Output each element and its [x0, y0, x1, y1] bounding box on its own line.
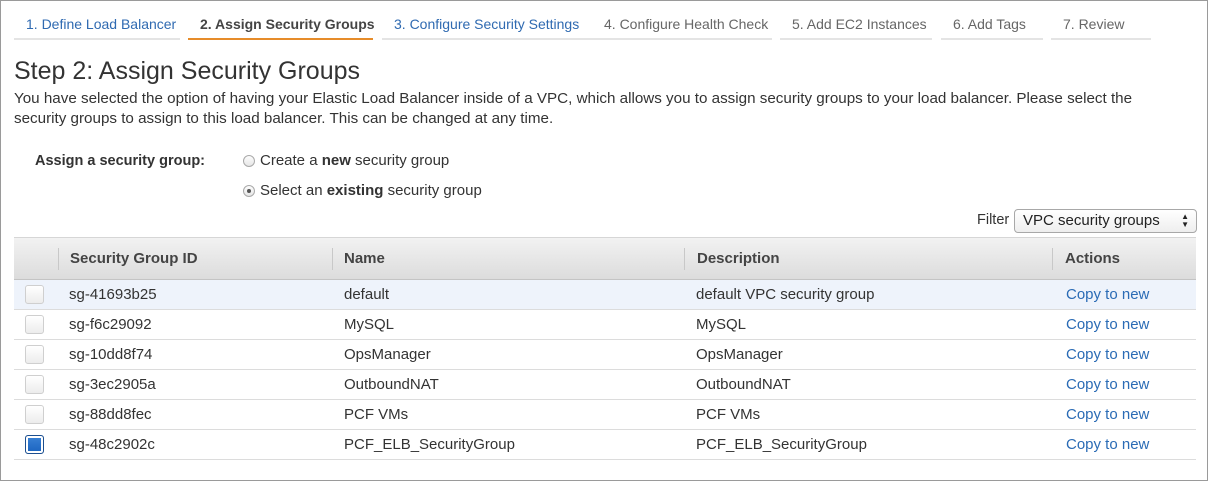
copy-to-new-link[interactable]: Copy to new [1066, 340, 1149, 369]
security-group-description: MySQL [696, 316, 747, 333]
tab-add-tags: 6. Add Tags [941, 9, 1043, 40]
tab-add-ec2-instances: 5. Add EC2 Instances [780, 9, 932, 40]
column-header-actions: Actions [1065, 250, 1121, 267]
security-group-name: PCF_ELB_SecurityGroup [344, 436, 515, 453]
table-row[interactable]: sg-88dd8fec PCF VMs PCF VMs Copy to new [14, 400, 1196, 430]
tab-assign-security-groups[interactable]: 2. Assign Security Groups [188, 9, 375, 40]
tab-configure-security-settings[interactable]: 3. Configure Security Settings [382, 9, 599, 40]
create-new-label: Create a new security group [260, 152, 450, 169]
security-group-description: PCF VMs [696, 406, 761, 423]
tab-review: 7. Review [1051, 9, 1151, 40]
row-checkbox[interactable] [25, 405, 44, 424]
security-group-id: sg-3ec2905a [69, 376, 156, 393]
create-new-security-group-option[interactable]: Create a new security group [243, 152, 449, 169]
security-group-description: OutboundNAT [696, 376, 791, 393]
copy-to-new-link[interactable]: Copy to new [1066, 400, 1149, 429]
copy-to-new-link[interactable]: Copy to new [1066, 280, 1149, 309]
page-intro: You have selected the option of having y… [14, 90, 1133, 127]
row-checkbox[interactable] [25, 375, 44, 394]
row-checkbox-checked[interactable] [25, 435, 44, 454]
tab-define-load-balancer[interactable]: 1. Define Load Balancer [14, 9, 180, 40]
security-group-name: PCF VMs [344, 406, 409, 423]
create-new-radio[interactable] [243, 154, 255, 167]
security-group-id: sg-10dd8f74 [69, 346, 153, 363]
column-separator [684, 248, 685, 270]
select-existing-label: Select an existing security group [260, 182, 482, 199]
tab-configure-health-check: 4. Configure Health Check [592, 9, 772, 40]
security-group-name: default [344, 286, 390, 303]
table-row[interactable]: sg-48c2902c PCF_ELB_SecurityGroup PCF_EL… [14, 430, 1196, 460]
select-existing-radio[interactable] [243, 184, 255, 197]
wizard-frame: 1. Define Load Balancer 2. Assign Securi… [0, 0, 1208, 481]
filter-select[interactable]: VPC security groups ▲ ▼ [1014, 209, 1197, 233]
column-separator [58, 248, 59, 270]
security-groups-table: Security Group ID Name Description Actio… [14, 237, 1196, 460]
select-arrows-icon: ▲ ▼ [1181, 212, 1189, 229]
security-group-id: sg-f6c29092 [69, 316, 152, 333]
column-header-name[interactable]: Name [344, 238, 385, 280]
security-group-name: OpsManager [344, 346, 431, 363]
row-checkbox[interactable] [25, 285, 44, 304]
copy-to-new-link[interactable]: Copy to new [1066, 370, 1149, 399]
security-group-description: PCF_ELB_SecurityGroup [696, 436, 867, 453]
table-row[interactable]: sg-3ec2905a OutboundNAT OutboundNAT Copy… [14, 370, 1196, 400]
page-title: Step 2: Assign Security Groups [14, 57, 361, 85]
column-header-security-group-id[interactable]: Security Group ID [70, 238, 198, 280]
security-group-name: MySQL [344, 316, 395, 333]
table-row[interactable]: sg-f6c29092 MySQL MySQL Copy to new [14, 310, 1196, 340]
security-group-id: sg-88dd8fec [69, 406, 152, 423]
security-group-name: OutboundNAT [344, 376, 439, 393]
column-header-description[interactable]: Description [697, 238, 780, 280]
table-row[interactable]: sg-10dd8f74 OpsManager OpsManager Copy t… [14, 340, 1196, 370]
row-checkbox[interactable] [25, 315, 44, 334]
security-group-id: sg-48c2902c [69, 436, 155, 453]
filter-label: Filter [977, 212, 1010, 228]
table-row[interactable]: sg-41693b25 default default VPC security… [14, 280, 1196, 310]
row-checkbox[interactable] [25, 345, 44, 364]
security-group-description: default VPC security group [696, 286, 875, 303]
copy-to-new-link[interactable]: Copy to new [1066, 430, 1149, 459]
security-group-description: OpsManager [696, 346, 783, 363]
select-existing-security-group-option[interactable]: Select an existing security group [243, 182, 482, 199]
security-group-id: sg-41693b25 [69, 286, 157, 303]
column-separator [332, 248, 333, 270]
column-separator [1052, 248, 1053, 270]
filter-select-value: VPC security groups [1023, 212, 1160, 229]
copy-to-new-link[interactable]: Copy to new [1066, 310, 1149, 339]
assign-security-group-label: Assign a security group: [35, 153, 206, 169]
table-header: Security Group ID Name Description Actio… [14, 237, 1196, 280]
